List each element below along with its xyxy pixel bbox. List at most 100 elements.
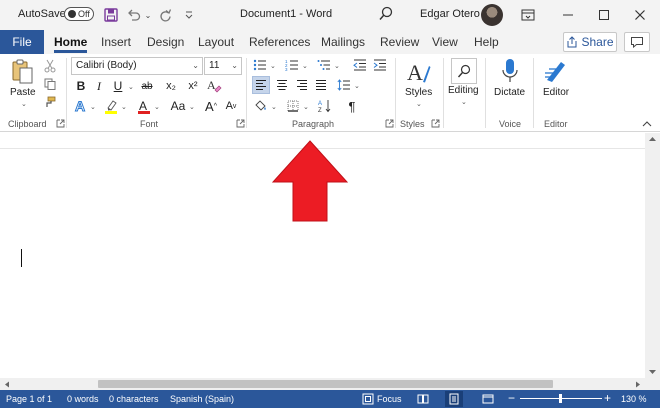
shading-button[interactable] bbox=[253, 97, 269, 115]
editing-button[interactable] bbox=[451, 58, 477, 84]
borders-dropdown-icon[interactable]: ⌄ bbox=[303, 103, 309, 111]
minimize-button[interactable] bbox=[554, 4, 582, 26]
tab-layout[interactable]: Layout bbox=[198, 30, 234, 54]
line-spacing-dropdown-icon[interactable]: ⌄ bbox=[354, 82, 360, 90]
avatar[interactable] bbox=[481, 4, 503, 26]
tab-view[interactable]: View bbox=[432, 30, 458, 54]
editor-button[interactable] bbox=[543, 56, 569, 86]
undo-dropdown[interactable]: ⌄ bbox=[143, 6, 153, 24]
shrink-font-button[interactable]: Av bbox=[223, 97, 239, 115]
tab-references[interactable]: References bbox=[249, 30, 310, 54]
styles-button[interactable]: A bbox=[404, 58, 432, 86]
web-layout-icon[interactable] bbox=[482, 393, 494, 405]
clipboard-launcher-icon[interactable] bbox=[56, 119, 65, 128]
tab-help[interactable]: Help bbox=[474, 30, 499, 54]
styles-dropdown-icon[interactable]: ⌄ bbox=[416, 100, 422, 108]
ribbon-display-options-button[interactable] bbox=[514, 4, 542, 26]
vertical-scrollbar[interactable] bbox=[645, 133, 660, 378]
zoom-out-button[interactable]: − bbox=[508, 391, 515, 405]
font-color-button[interactable]: A bbox=[136, 97, 152, 115]
change-case-dropdown-icon[interactable]: ⌄ bbox=[189, 103, 195, 111]
tab-mailings[interactable]: Mailings bbox=[321, 30, 365, 54]
tab-design[interactable]: Design bbox=[147, 30, 184, 54]
word-count[interactable]: 0 words bbox=[67, 394, 99, 404]
dictate-button[interactable] bbox=[497, 56, 523, 86]
justify-button[interactable] bbox=[312, 76, 330, 94]
tab-file[interactable]: File bbox=[0, 30, 44, 54]
sort-button[interactable]: AZ bbox=[317, 97, 333, 115]
share-button[interactable]: Share bbox=[563, 32, 617, 52]
character-count[interactable]: 0 characters bbox=[109, 394, 159, 404]
borders-button[interactable] bbox=[285, 97, 301, 115]
page-count[interactable]: Page 1 of 1 bbox=[6, 394, 52, 404]
search-button[interactable] bbox=[378, 5, 394, 26]
grow-font-button[interactable]: A ^ bbox=[203, 97, 219, 115]
increase-indent-button[interactable] bbox=[372, 57, 388, 73]
bullets-dropdown-icon[interactable]: ⌄ bbox=[270, 62, 276, 70]
maximize-button[interactable] bbox=[590, 4, 618, 26]
scroll-right-icon[interactable] bbox=[635, 381, 641, 388]
horizontal-scroll-thumb[interactable] bbox=[98, 380, 553, 388]
focus-icon[interactable] bbox=[362, 393, 374, 405]
numbering-button[interactable]: 123 bbox=[284, 57, 300, 73]
font-name-box[interactable]: Calibri (Body) ⌄ bbox=[71, 57, 203, 75]
underline-dropdown-icon[interactable]: ⌄ bbox=[128, 83, 134, 91]
tab-home[interactable]: Home bbox=[54, 30, 88, 54]
superscript-button[interactable]: x² bbox=[183, 77, 203, 95]
font-launcher-icon[interactable] bbox=[236, 119, 245, 128]
zoom-in-button[interactable]: + bbox=[604, 391, 611, 405]
highlight-button[interactable] bbox=[103, 97, 119, 115]
align-center-button[interactable] bbox=[273, 76, 291, 94]
scroll-up-icon[interactable] bbox=[648, 136, 657, 142]
zoom-level[interactable]: 130 % bbox=[621, 394, 647, 404]
styles-launcher-icon[interactable] bbox=[431, 119, 440, 128]
align-left-button[interactable] bbox=[252, 76, 270, 94]
multilevel-dropdown-icon[interactable]: ⌄ bbox=[334, 62, 340, 70]
strikethrough-button[interactable]: ab bbox=[137, 77, 157, 95]
format-painter-button[interactable] bbox=[42, 94, 58, 110]
paste-dropdown-icon[interactable]: ⌄ bbox=[21, 100, 27, 108]
shading-dropdown-icon[interactable]: ⌄ bbox=[271, 103, 277, 111]
focus-mode-button[interactable]: Focus bbox=[377, 394, 402, 404]
read-mode-icon[interactable] bbox=[417, 393, 429, 405]
bold-button[interactable]: B bbox=[73, 77, 89, 95]
close-button[interactable] bbox=[626, 4, 654, 26]
italic-button[interactable]: I bbox=[91, 77, 107, 95]
undo-button[interactable] bbox=[124, 6, 144, 24]
text-effects-button[interactable]: A bbox=[73, 97, 89, 115]
clear-formatting-button[interactable]: A bbox=[205, 76, 223, 94]
cut-button[interactable] bbox=[42, 58, 58, 74]
text-effects-dropdown-icon[interactable]: ⌄ bbox=[90, 103, 96, 111]
underline-button[interactable]: U bbox=[110, 77, 126, 95]
paste-button[interactable] bbox=[8, 58, 38, 86]
zoom-slider-thumb[interactable] bbox=[559, 394, 562, 403]
change-case-button[interactable]: Aa bbox=[167, 97, 189, 115]
font-size-box[interactable]: 11 ⌄ bbox=[204, 57, 242, 75]
scroll-left-icon[interactable] bbox=[4, 381, 10, 388]
decrease-indent-button[interactable] bbox=[352, 57, 368, 73]
comments-button[interactable] bbox=[624, 32, 650, 52]
bullets-button[interactable] bbox=[252, 57, 268, 73]
horizontal-scrollbar[interactable] bbox=[0, 378, 660, 390]
highlight-dropdown-icon[interactable]: ⌄ bbox=[121, 103, 127, 111]
align-right-button[interactable] bbox=[293, 76, 311, 94]
line-spacing-button[interactable] bbox=[336, 76, 352, 94]
customize-quick-access[interactable] bbox=[182, 6, 196, 24]
paragraph-launcher-icon[interactable] bbox=[385, 119, 394, 128]
copy-button[interactable] bbox=[42, 76, 58, 92]
font-color-dropdown-icon[interactable]: ⌄ bbox=[154, 103, 160, 111]
tab-review[interactable]: Review bbox=[380, 30, 419, 54]
print-layout-button[interactable] bbox=[445, 391, 463, 407]
redo-button[interactable] bbox=[155, 6, 175, 24]
numbering-dropdown-icon[interactable]: ⌄ bbox=[302, 62, 308, 70]
multilevel-list-button[interactable] bbox=[316, 57, 332, 73]
tab-insert[interactable]: Insert bbox=[101, 30, 131, 54]
autosave-toggle[interactable]: Off bbox=[64, 7, 94, 21]
save-button[interactable] bbox=[102, 6, 120, 24]
collapse-ribbon-button[interactable] bbox=[640, 118, 654, 130]
editing-dropdown-icon[interactable]: ⌄ bbox=[461, 98, 467, 106]
show-formatting-marks-button[interactable]: ¶ bbox=[344, 97, 360, 115]
subscript-button[interactable]: x₂ bbox=[161, 77, 181, 95]
language-indicator[interactable]: Spanish (Spain) bbox=[170, 394, 234, 404]
scroll-down-icon[interactable] bbox=[648, 369, 657, 375]
